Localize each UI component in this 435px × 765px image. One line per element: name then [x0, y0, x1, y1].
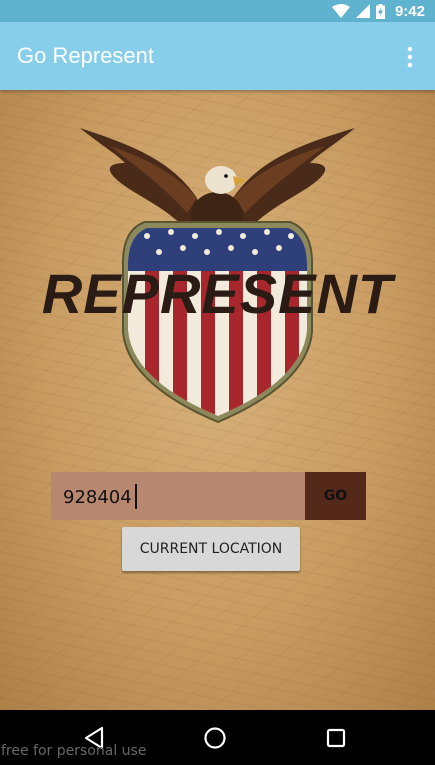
- status-icons: 9:42: [331, 0, 425, 22]
- recents-icon[interactable]: [321, 723, 351, 753]
- overflow-menu-icon[interactable]: [405, 46, 415, 68]
- text-caret: [135, 484, 137, 509]
- battery-charging-icon: [375, 3, 385, 19]
- watermark-text: free for personal use: [1, 743, 147, 759]
- app-title: Go Represent: [17, 43, 154, 68]
- status-bar: 9:42: [0, 0, 435, 22]
- logo-text: REPRESENT: [41, 262, 394, 325]
- home-icon[interactable]: [200, 723, 230, 753]
- wifi-icon: [331, 4, 350, 18]
- status-time: 9:42: [394, 2, 425, 20]
- cell-signal-icon: [355, 4, 370, 18]
- eagle-left-wing: [80, 128, 205, 233]
- current-location-button[interactable]: CURRENT LOCATION: [122, 527, 300, 571]
- zip-code-input[interactable]: [51, 472, 305, 520]
- main-content: REPRESENT GO CURRENT LOCATION: [0, 90, 435, 710]
- app-bar: Go Represent: [0, 22, 435, 90]
- go-button[interactable]: GO: [305, 472, 366, 520]
- eagle-right-wing: [230, 128, 355, 233]
